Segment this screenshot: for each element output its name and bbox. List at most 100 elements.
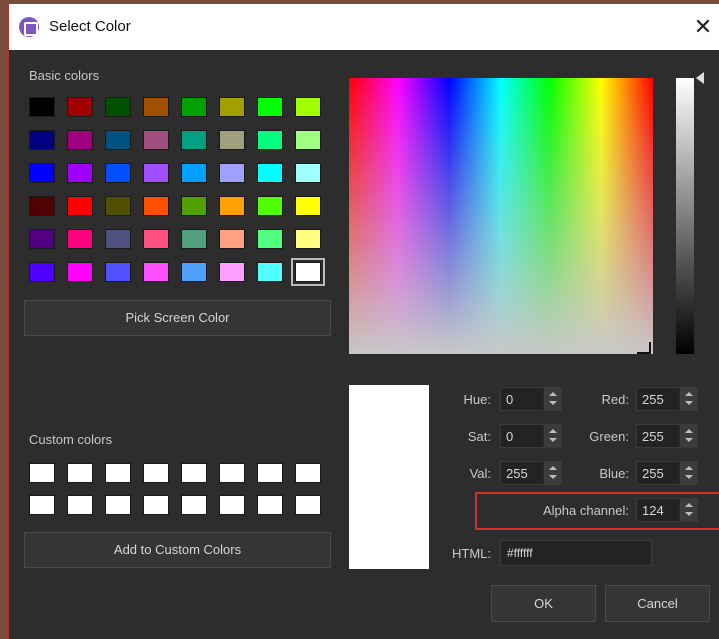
basic-color-swatch[interactable] — [67, 262, 93, 282]
custom-color-swatch[interactable] — [181, 463, 207, 483]
value-slider-arrow-icon[interactable] — [696, 72, 704, 84]
basic-color-swatch[interactable] — [257, 163, 283, 183]
basic-color-swatch[interactable] — [257, 229, 283, 249]
red-stepper[interactable] — [679, 388, 697, 410]
stepper-up-icon[interactable] — [549, 392, 557, 396]
custom-color-swatch[interactable] — [257, 463, 283, 483]
custom-color-swatch[interactable] — [29, 463, 55, 483]
basic-color-swatch[interactable] — [67, 130, 93, 150]
basic-color-swatch[interactable] — [67, 229, 93, 249]
basic-color-swatch[interactable] — [143, 130, 169, 150]
basic-color-swatch[interactable] — [295, 163, 321, 183]
basic-color-swatch[interactable] — [181, 196, 207, 216]
basic-color-swatch[interactable] — [291, 258, 325, 286]
stepper-up-icon[interactable] — [685, 429, 693, 433]
stepper-down-icon[interactable] — [685, 512, 693, 516]
basic-color-swatch[interactable] — [257, 196, 283, 216]
stepper-up-icon[interactable] — [549, 429, 557, 433]
hue-spinbox[interactable]: 0 — [500, 387, 562, 411]
basic-color-swatch[interactable] — [105, 229, 131, 249]
custom-color-swatch[interactable] — [219, 463, 245, 483]
custom-color-swatch[interactable] — [143, 495, 169, 515]
basic-color-swatch[interactable] — [29, 97, 55, 117]
close-button[interactable]: ✕ — [689, 13, 717, 41]
ok-button[interactable]: OK — [491, 585, 596, 622]
basic-color-swatch[interactable] — [295, 97, 321, 117]
basic-color-swatch[interactable] — [67, 163, 93, 183]
stepper-up-icon[interactable] — [685, 466, 693, 470]
basic-color-swatch[interactable] — [181, 130, 207, 150]
custom-color-swatch[interactable] — [219, 495, 245, 515]
blue-stepper[interactable] — [679, 462, 697, 484]
basic-color-swatch[interactable] — [143, 97, 169, 117]
html-hex-input[interactable]: #ffffff — [500, 540, 652, 566]
basic-color-swatch[interactable] — [105, 196, 131, 216]
basic-color-swatch[interactable] — [105, 163, 131, 183]
custom-color-swatch[interactable] — [67, 463, 93, 483]
val-spinbox[interactable]: 255 — [500, 461, 562, 485]
basic-color-swatch[interactable] — [143, 163, 169, 183]
basic-color-swatch[interactable] — [181, 163, 207, 183]
basic-color-swatch[interactable] — [105, 130, 131, 150]
custom-color-swatch[interactable] — [295, 495, 321, 515]
basic-color-swatch[interactable] — [181, 97, 207, 117]
hue-stepper[interactable] — [543, 388, 561, 410]
basic-color-swatch[interactable] — [295, 196, 321, 216]
stepper-down-icon[interactable] — [549, 401, 557, 405]
custom-color-swatch[interactable] — [295, 463, 321, 483]
val-stepper[interactable] — [543, 462, 561, 484]
stepper-down-icon[interactable] — [549, 438, 557, 442]
cancel-button[interactable]: Cancel — [605, 585, 710, 622]
basic-color-swatch[interactable] — [219, 163, 245, 183]
value-slider[interactable] — [676, 78, 694, 354]
basic-color-swatch[interactable] — [105, 262, 131, 282]
add-to-custom-colors-button[interactable]: Add to Custom Colors — [24, 532, 331, 568]
custom-color-swatch[interactable] — [105, 463, 131, 483]
basic-color-swatch[interactable] — [29, 262, 55, 282]
basic-color-swatch[interactable] — [105, 97, 131, 117]
sat-stepper[interactable] — [543, 425, 561, 447]
custom-color-swatch[interactable] — [181, 495, 207, 515]
basic-color-swatch[interactable] — [181, 262, 207, 282]
hue-saturation-spectrum[interactable] — [349, 78, 653, 354]
basic-color-swatch[interactable] — [219, 130, 245, 150]
basic-color-swatch[interactable] — [219, 196, 245, 216]
alpha-stepper[interactable] — [679, 499, 697, 521]
stepper-down-icon[interactable] — [549, 475, 557, 479]
basic-color-swatch[interactable] — [257, 262, 283, 282]
stepper-down-icon[interactable] — [685, 475, 693, 479]
stepper-down-icon[interactable] — [685, 438, 693, 442]
red-spinbox[interactable]: 255 — [636, 387, 698, 411]
basic-color-swatch[interactable] — [143, 196, 169, 216]
sat-spinbox[interactable]: 0 — [500, 424, 562, 448]
custom-color-swatch[interactable] — [105, 495, 131, 515]
stepper-up-icon[interactable] — [549, 466, 557, 470]
green-stepper[interactable] — [679, 425, 697, 447]
basic-color-swatch[interactable] — [143, 229, 169, 249]
pick-screen-color-button[interactable]: Pick Screen Color — [24, 300, 331, 336]
basic-color-swatch[interactable] — [257, 130, 283, 150]
basic-color-swatch[interactable] — [29, 196, 55, 216]
basic-color-swatch[interactable] — [181, 229, 207, 249]
basic-color-swatch[interactable] — [219, 97, 245, 117]
custom-color-swatch[interactable] — [29, 495, 55, 515]
basic-color-swatch[interactable] — [143, 262, 169, 282]
stepper-down-icon[interactable] — [685, 401, 693, 405]
basic-color-swatch[interactable] — [219, 262, 245, 282]
blue-spinbox[interactable]: 255 — [636, 461, 698, 485]
custom-color-swatch[interactable] — [143, 463, 169, 483]
green-spinbox[interactable]: 255 — [636, 424, 698, 448]
basic-color-swatch[interactable] — [29, 229, 55, 249]
alpha-spinbox[interactable]: 124 — [636, 498, 698, 522]
basic-color-swatch[interactable] — [29, 130, 55, 150]
stepper-up-icon[interactable] — [685, 392, 693, 396]
basic-color-swatch[interactable] — [67, 196, 93, 216]
custom-color-swatch[interactable] — [67, 495, 93, 515]
basic-color-swatch[interactable] — [257, 97, 283, 117]
basic-color-swatch[interactable] — [219, 229, 245, 249]
basic-color-swatch[interactable] — [29, 163, 55, 183]
custom-color-swatch[interactable] — [257, 495, 283, 515]
stepper-up-icon[interactable] — [685, 503, 693, 507]
basic-color-swatch[interactable] — [295, 229, 321, 249]
basic-color-swatch[interactable] — [295, 130, 321, 150]
